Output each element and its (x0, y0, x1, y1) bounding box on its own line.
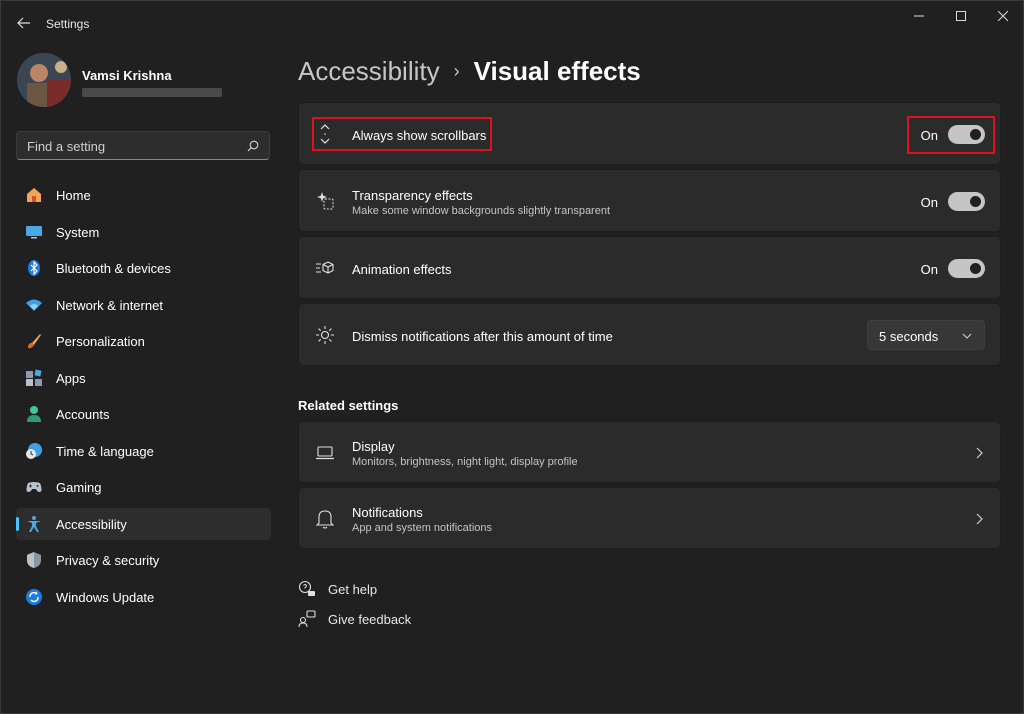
maximize-button[interactable] (941, 5, 981, 27)
sidebar-item-privacy-security[interactable]: Privacy & security (16, 544, 271, 576)
page-title: Visual effects (473, 55, 641, 86)
minimize-icon (914, 15, 924, 17)
settings-window: Settings Vamsi Krishna Find a setting Ho… (0, 0, 1024, 714)
active-indicator (16, 516, 19, 531)
sidebar-item-system[interactable]: System (16, 216, 271, 248)
chevron-right-icon (976, 447, 983, 459)
sidebar-item-gaming[interactable]: Gaming (16, 471, 271, 503)
setting-card-transparency: Transparency effects Make some window ba… (298, 169, 1001, 232)
search-input[interactable]: Find a setting (16, 131, 270, 160)
person-icon (25, 405, 43, 423)
get-help-link[interactable]: Get help (298, 579, 377, 599)
laptop-icon (315, 443, 335, 463)
sidebar-item-label: Windows Update (56, 589, 155, 605)
apps-icon (25, 368, 43, 387)
profile-email-redacted (82, 88, 222, 97)
wifi-icon (25, 296, 43, 314)
setting-subtitle: App and system notifications (352, 522, 493, 534)
sidebar-item-accounts[interactable]: Accounts (16, 398, 271, 430)
back-arrow-icon (17, 17, 30, 29)
setting-title: Animation effects (352, 262, 452, 277)
sidebar-item-label: Gaming (56, 480, 102, 495)
setting-card-animation: Animation effects On (298, 236, 1001, 299)
setting-subtitle: Monitors, brightness, night light, displ… (352, 456, 578, 468)
sidebar-item-label: Home (56, 188, 91, 203)
maximize-icon (956, 11, 966, 21)
get-help-label: Get help (328, 581, 378, 597)
related-card-notifications[interactable]: Notifications App and system notificatio… (298, 487, 1001, 549)
setting-title: Dismiss notifications after this amount … (352, 329, 613, 344)
avatar-photo-icon (17, 53, 71, 107)
setting-subtitle: Make some window backgrounds slightly tr… (352, 205, 611, 217)
sidebar-item-label: Apps (56, 370, 86, 386)
accessibility-icon (25, 515, 43, 533)
sidebar-item-network[interactable]: Network & internet (16, 289, 271, 321)
annotation-highlight-scrollbars-toggle (907, 116, 995, 154)
notification-timeout-dropdown[interactable]: 5 seconds (867, 320, 985, 350)
bell-icon (315, 509, 335, 529)
bluetooth-icon (25, 259, 43, 277)
search-icon[interactable] (247, 140, 259, 152)
sidebar-item-windows-update[interactable]: Windows Update (16, 581, 271, 613)
related-settings-heading: Related settings (298, 398, 399, 413)
avatar (17, 53, 71, 107)
sidebar-item-accessibility[interactable]: Accessibility (16, 507, 271, 540)
home-icon (25, 186, 43, 204)
sidebar-item-bluetooth[interactable]: Bluetooth & devices (16, 252, 271, 284)
annotation-highlight-scrollbars-label (312, 117, 492, 151)
setting-card-notification-timeout: Dismiss notifications after this amount … (298, 303, 1001, 366)
sidebar-item-personalization[interactable]: Personalization (16, 325, 271, 357)
back-button[interactable] (13, 13, 35, 33)
minimize-button[interactable] (899, 5, 939, 27)
setting-title: Transparency effects (352, 188, 473, 203)
give-feedback-label: Give feedback (328, 611, 412, 627)
sidebar-item-label: Privacy & security (56, 553, 160, 568)
sidebar-item-label: System (56, 224, 100, 240)
related-card-display[interactable]: Display Monitors, brightness, night ligh… (298, 421, 1001, 483)
sidebar-item-label: Time & language (56, 443, 154, 459)
animation-toggle[interactable] (948, 259, 985, 278)
sidebar-item-time-language[interactable]: Time & language (16, 435, 271, 467)
sidebar-item-label: Network & internet (56, 297, 163, 313)
title-bar: Settings (1, 1, 1024, 45)
toggle-knob (970, 263, 981, 274)
brightness-sun-icon (315, 325, 335, 345)
sidebar-item-home[interactable]: Home (16, 179, 271, 211)
transparency-sparkle-icon (315, 191, 335, 211)
profile-name: Vamsi Krishna (82, 68, 172, 83)
toggle-state-label: On (920, 195, 938, 210)
search-placeholder: Find a setting (27, 139, 106, 154)
chevron-right-icon (976, 513, 983, 525)
sidebar-item-apps[interactable]: Apps (16, 362, 271, 394)
close-button[interactable] (983, 5, 1023, 27)
sidebar-item-label: Personalization (56, 334, 145, 349)
setting-title: Display (352, 439, 395, 454)
window-title: Settings (46, 17, 90, 31)
user-profile[interactable]: Vamsi Krishna (17, 53, 277, 109)
breadcrumb-chevron-icon: › (453, 60, 460, 81)
close-icon (998, 11, 1008, 21)
help-chat-icon (298, 580, 316, 598)
feedback-person-icon (298, 610, 316, 628)
give-feedback-link[interactable]: Give feedback (298, 609, 411, 629)
sidebar-item-label: Bluetooth & devices (56, 261, 171, 276)
refresh-icon (25, 588, 43, 606)
sidebar-item-label: Accessibility (56, 516, 127, 532)
chevron-down-icon (962, 333, 972, 339)
setting-title: Notifications (352, 505, 423, 520)
sidebar-nav: Home System Bluetooth & devices Network … (16, 179, 271, 617)
sidebar-item-label: Accounts (56, 407, 110, 422)
shield-icon (25, 551, 43, 569)
transparency-toggle[interactable] (948, 192, 985, 211)
animation-cube-icon (315, 258, 335, 278)
toggle-state-label: On (920, 262, 938, 277)
globe-clock-icon (25, 442, 43, 460)
breadcrumb: Accessibility › Visual effects (298, 53, 641, 89)
toggle-knob (970, 196, 981, 207)
gamepad-icon (25, 478, 43, 496)
breadcrumb-parent-link[interactable]: Accessibility (298, 56, 440, 87)
system-icon (25, 223, 43, 241)
brush-icon (25, 332, 43, 350)
dropdown-selected-value: 5 seconds (879, 329, 939, 344)
